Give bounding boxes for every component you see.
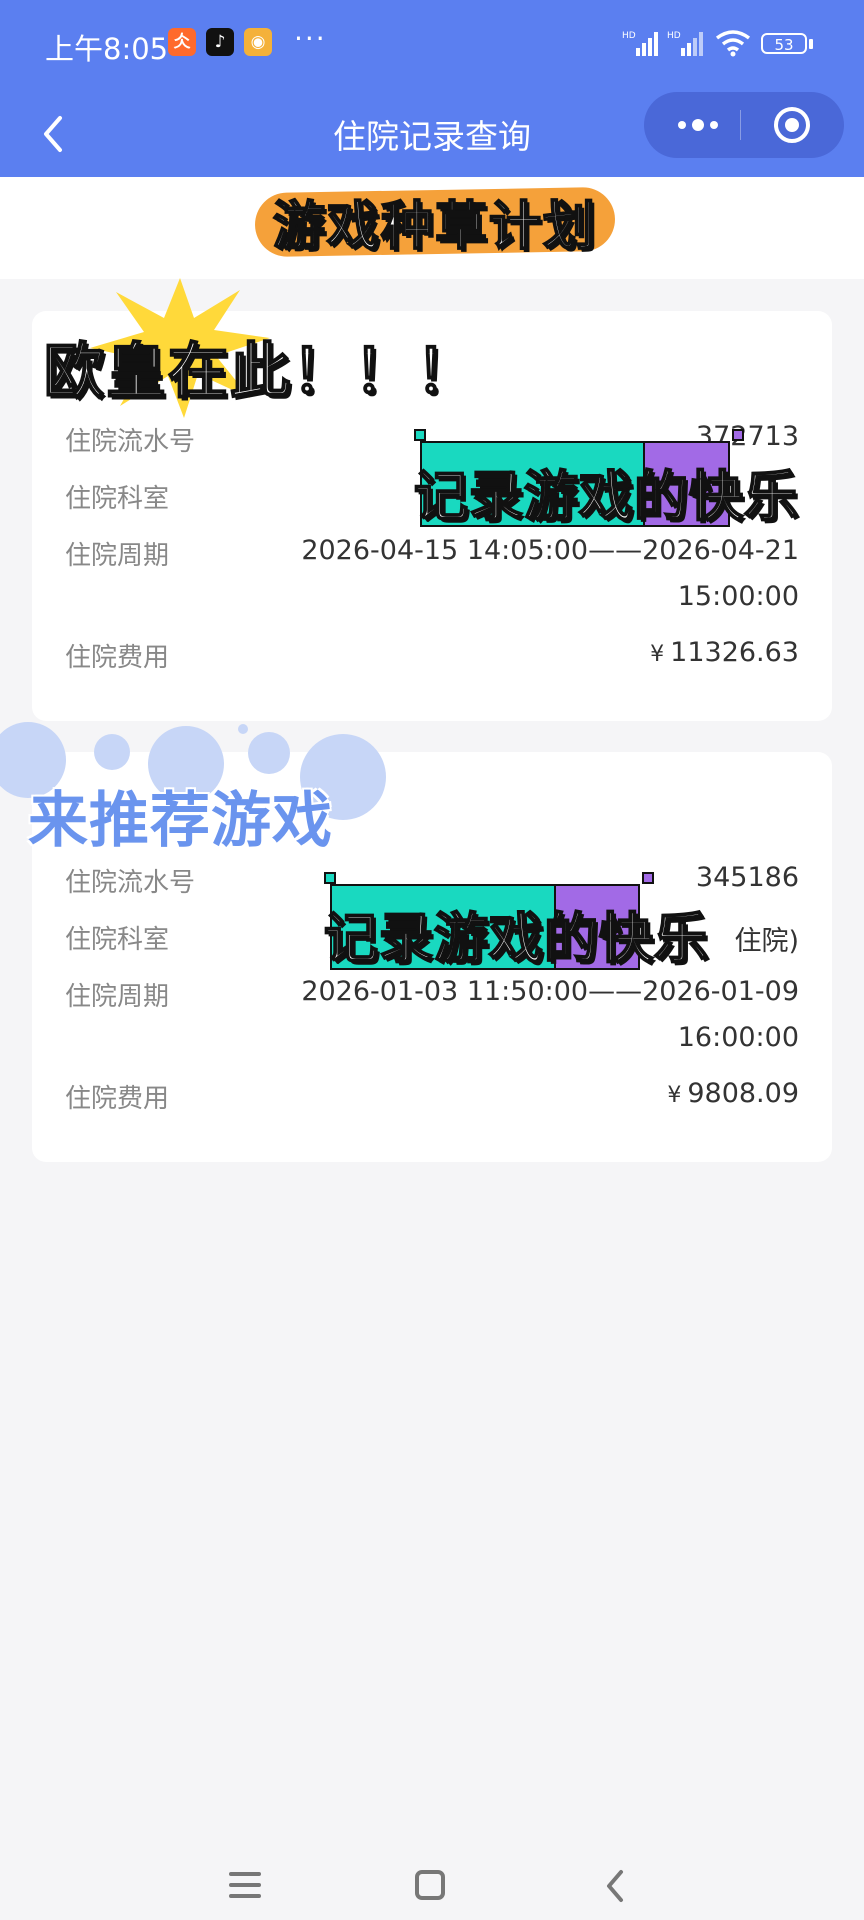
resize-handle xyxy=(732,429,744,441)
tuijian-sticker: 来推荐游戏 xyxy=(28,786,333,856)
cost-label: 住院费用 xyxy=(65,643,170,673)
department-label: 住院科室 xyxy=(65,484,170,514)
home-icon[interactable] xyxy=(415,1870,445,1900)
resize-handle xyxy=(642,872,654,884)
signal-icon-2: HD xyxy=(667,31,703,56)
period-label: 住院周期 xyxy=(65,982,170,1012)
close-miniprogram-icon[interactable] xyxy=(774,107,810,143)
cost-value: ¥9808.09 xyxy=(667,1078,799,1109)
app-notification-icon: 仌 xyxy=(168,28,196,56)
bubble-decoration xyxy=(238,724,248,734)
svg-text:HD: HD xyxy=(622,31,636,41)
period-value-end: 16:00:00 xyxy=(677,1022,799,1053)
fun-sticker-text: 记录游戏的快乐 xyxy=(323,906,709,971)
menu-icon[interactable] xyxy=(229,1872,261,1905)
currency-symbol: ¥ xyxy=(667,1083,682,1108)
department-label: 住院科室 xyxy=(65,925,170,955)
cost-label: 住院费用 xyxy=(65,1084,170,1114)
status-time: 上午8:05 xyxy=(45,32,169,66)
nav-bar: 住院记录查询 xyxy=(0,92,864,177)
fun-sticker-text: 记录游戏的快乐 xyxy=(413,464,799,529)
cost-amount: 11326.63 xyxy=(670,637,799,668)
period-value: 2026-01-03 11:50:00——2026-01-09 xyxy=(301,976,799,1007)
more-options-icon[interactable] xyxy=(668,108,728,142)
period-value-end: 15:00:00 xyxy=(677,581,799,612)
serial-label: 住院流水号 xyxy=(65,427,196,457)
ouhuang-sticker: 欧皇在此！！！ xyxy=(43,336,478,408)
wifi-icon xyxy=(715,30,751,57)
serial-value: 345186 xyxy=(695,862,799,893)
resize-handle xyxy=(414,429,426,441)
tiktok-icon: ♪ xyxy=(206,28,234,56)
weibo-icon: ◉ xyxy=(244,28,272,56)
banner-sticker: 游戏种草计划 xyxy=(272,196,597,258)
back-icon[interactable] xyxy=(603,1868,627,1904)
signal-icon: HD xyxy=(622,31,658,56)
period-value: 2026-04-15 14:05:00——2026-04-21 xyxy=(301,535,799,566)
status-bar: 上午8:05 仌 ♪ ◉ ··· HD HD 53 xyxy=(0,0,864,92)
system-nav-bar xyxy=(0,1820,864,1920)
more-notifications-icon: ··· xyxy=(294,22,327,55)
currency-symbol: ¥ xyxy=(650,642,665,667)
department-value: 住院) xyxy=(734,926,799,957)
battery-tip xyxy=(809,39,813,49)
capsule-divider xyxy=(740,110,741,140)
cost-amount: 9808.09 xyxy=(687,1078,799,1109)
battery-icon: 53 xyxy=(761,33,807,54)
period-label: 住院周期 xyxy=(65,541,170,571)
resize-handle xyxy=(324,872,336,884)
miniprogram-capsule xyxy=(644,92,844,158)
bubble-decoration xyxy=(94,734,130,770)
bubble-decoration xyxy=(248,732,290,774)
cost-value: ¥11326.63 xyxy=(650,637,799,668)
svg-text:HD: HD xyxy=(667,31,681,41)
serial-label: 住院流水号 xyxy=(65,868,196,898)
